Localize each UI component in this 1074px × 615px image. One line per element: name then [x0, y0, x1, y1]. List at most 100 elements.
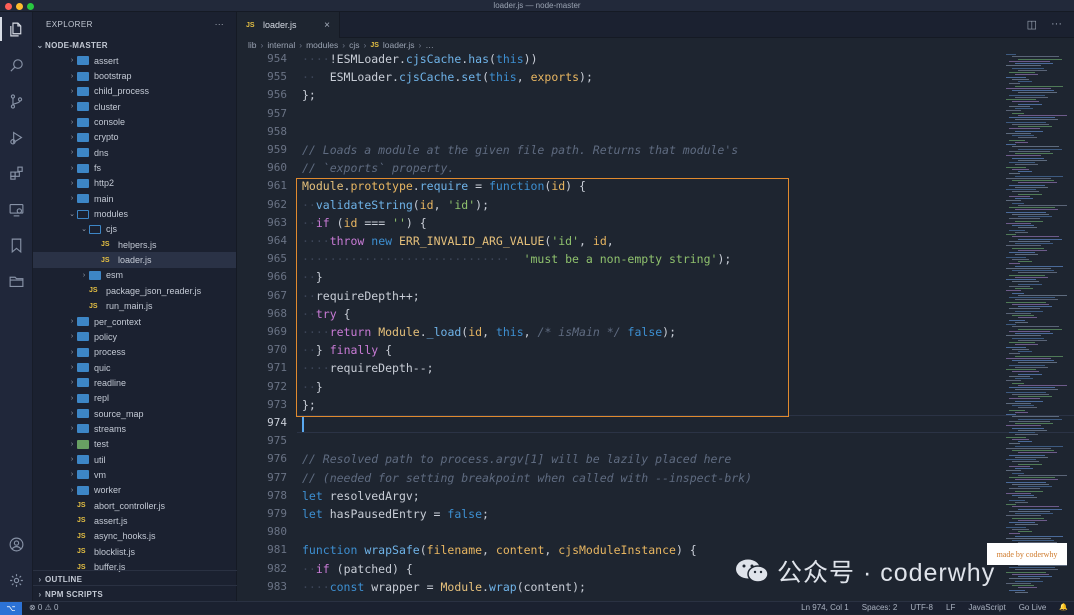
- breadcrumb-separator: ›: [299, 40, 303, 50]
- minimap-line: [1012, 360, 1054, 361]
- more-actions-button[interactable]: ···: [215, 20, 224, 29]
- file-item[interactable]: JS loader.js: [33, 252, 236, 268]
- code-line: let resolvedArgv;: [302, 488, 420, 503]
- run-debug-activity[interactable]: [0, 122, 33, 152]
- breadcrumb-item[interactable]: cjs: [349, 40, 359, 50]
- code-editor[interactable]: 954 955 956 957 958 959 960 961 962 963 964 965 966 9…: [237, 52, 1074, 601]
- folder-item[interactable]: › per_context: [33, 314, 236, 329]
- folder-item[interactable]: ⌄ modules: [33, 206, 236, 221]
- status-item[interactable]: Go Live: [1019, 603, 1047, 612]
- explorer-activity[interactable]: [0, 14, 33, 44]
- code-line: let hasPausedEntry = false;: [302, 507, 489, 521]
- tab-label: loader.js: [263, 20, 297, 30]
- minimap-line: [1009, 398, 1040, 400]
- folder-item[interactable]: › readline: [33, 375, 236, 390]
- npm-scripts-section[interactable]: › NPM SCRIPTS: [33, 585, 237, 602]
- tab-loader-js[interactable]: JS loader.js ×: [237, 12, 340, 38]
- minimap-line: [1012, 78, 1029, 80]
- code-line: // Resolved path to process.argv[1] will…: [302, 452, 732, 467]
- file-item[interactable]: JS blocklist.js: [33, 544, 236, 559]
- file-item[interactable]: JS async_hooks.js: [33, 529, 236, 544]
- settings-activity[interactable]: [0, 565, 33, 595]
- minimap[interactable]: [1004, 52, 1069, 601]
- minimap-line: [1006, 99, 1036, 100]
- folder-item[interactable]: › repl: [33, 391, 236, 406]
- file-item[interactable]: JS helpers.js: [33, 237, 236, 252]
- folder-item[interactable]: › quic: [33, 360, 236, 375]
- chevron-right-icon: ›: [70, 195, 74, 203]
- breadcrumb-item[interactable]: loader.js: [383, 40, 415, 50]
- highlighted-code-block: [296, 178, 789, 417]
- minimap-line: [1018, 272, 1057, 274]
- accounts-activity[interactable]: [0, 529, 33, 559]
- folder-item[interactable]: › policy: [33, 329, 236, 344]
- file-item[interactable]: JS abort_controller.js: [33, 498, 236, 513]
- folder-item[interactable]: › process: [33, 345, 236, 360]
- minimap-line: [1015, 265, 1063, 267]
- line-number: 954: [267, 52, 287, 65]
- minimap-line: [1006, 301, 1046, 303]
- minimap-line: [1015, 220, 1043, 222]
- folder-item[interactable]: › child_process: [33, 84, 236, 99]
- problems-indicator[interactable]: ⊗ 0 ⚠ 0: [29, 603, 58, 612]
- split-editor-icon[interactable]: ◫: [1027, 18, 1037, 31]
- folder-item[interactable]: › util: [33, 452, 236, 467]
- source-control-activity[interactable]: [0, 86, 33, 116]
- status-item[interactable]: JavaScript: [968, 603, 1005, 612]
- folder-item[interactable]: › crypto: [33, 130, 236, 145]
- minimap-line: [1012, 427, 1044, 429]
- remote-indicator[interactable]: ⌥: [0, 602, 22, 615]
- folder-item[interactable]: ⌄ cjs: [33, 222, 236, 237]
- bookmarks-activity[interactable]: [0, 230, 33, 260]
- folder-item[interactable]: › dns: [33, 145, 236, 160]
- notifications-icon[interactable]: 🔔: [1059, 603, 1068, 612]
- close-tab-button[interactable]: ×: [324, 20, 330, 31]
- folder-item[interactable]: › vm: [33, 467, 236, 482]
- breadcrumb-item[interactable]: …: [425, 40, 434, 50]
- breadcrumb-item[interactable]: internal: [267, 40, 295, 50]
- folder-item[interactable]: › http2: [33, 176, 236, 191]
- project-activity[interactable]: [0, 266, 33, 296]
- minimap-line: [1012, 495, 1034, 496]
- folder-item[interactable]: › esm: [33, 268, 236, 283]
- js-file-icon: JS: [77, 548, 86, 556]
- folder-item[interactable]: › cluster: [33, 99, 236, 114]
- folder-item[interactable]: › main: [33, 191, 236, 206]
- folder-item[interactable]: › fs: [33, 160, 236, 175]
- minimap-line: [1018, 283, 1042, 285]
- status-item[interactable]: UTF-8: [910, 603, 933, 612]
- file-item[interactable]: JS package_json_reader.js: [33, 283, 236, 298]
- remote-explorer-activity[interactable]: [0, 194, 33, 224]
- status-bar: ⌥ ⊗ 0 ⚠ 0 Ln 974, Col 1 Spaces: 2 UTF-8 LF J…: [0, 601, 1074, 615]
- minimap-line: [1018, 171, 1032, 172]
- minimap-line: [1009, 285, 1030, 287]
- workspace-root[interactable]: ⌄ NODE-MASTER: [33, 37, 236, 53]
- minimap-line: [1009, 60, 1050, 62]
- status-item[interactable]: Spaces: 2: [862, 603, 898, 612]
- minimap-line: [1006, 312, 1031, 314]
- line-number: 957: [267, 106, 287, 120]
- folder-icon: [77, 470, 89, 480]
- minimap-line: [1012, 472, 1024, 474]
- file-item[interactable]: JS assert.js: [33, 513, 236, 528]
- minimap-line: [1006, 256, 1026, 258]
- folder-item[interactable]: › source_map: [33, 406, 236, 421]
- minimap-line: [1006, 515, 1041, 517]
- status-item[interactable]: LF: [946, 603, 955, 612]
- folder-item[interactable]: › worker: [33, 483, 236, 498]
- minimap-line: [1006, 447, 1051, 449]
- file-item[interactable]: JS run_main.js: [33, 299, 236, 314]
- breadcrumb-item[interactable]: lib: [248, 40, 257, 50]
- folder-item[interactable]: › test: [33, 437, 236, 452]
- breadcrumb-item[interactable]: modules: [306, 40, 338, 50]
- watermark-text: 公众号 · coderwhy: [777, 559, 996, 587]
- folder-item[interactable]: › streams: [33, 421, 236, 436]
- folder-item[interactable]: › assert: [33, 53, 236, 68]
- status-item[interactable]: Ln 974, Col 1: [801, 603, 849, 612]
- extensions-activity[interactable]: [0, 158, 33, 188]
- search-activity[interactable]: [0, 50, 33, 80]
- folder-item[interactable]: › console: [33, 114, 236, 129]
- folder-item[interactable]: › bootstrap: [33, 68, 236, 83]
- more-actions-icon[interactable]: ···: [1051, 18, 1062, 31]
- minimap-line: [1012, 157, 1044, 159]
